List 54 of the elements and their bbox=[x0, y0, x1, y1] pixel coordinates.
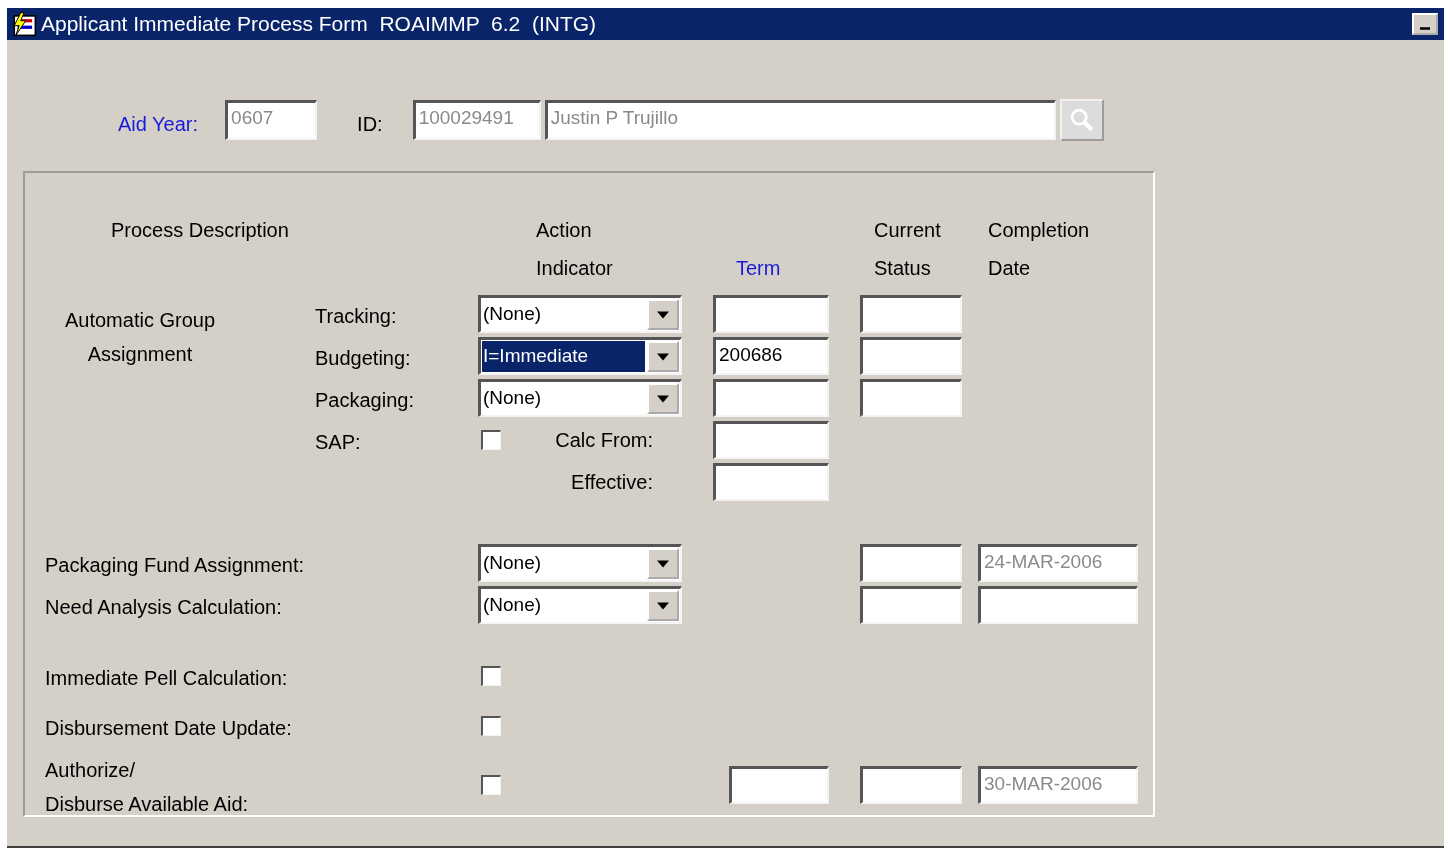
column-heading: Term bbox=[736, 256, 781, 280]
dropdown-caret-icon bbox=[657, 559, 669, 568]
checkbox[interactable] bbox=[481, 430, 501, 450]
column-heading: Date bbox=[988, 256, 1031, 280]
column-heading: Current bbox=[874, 218, 941, 242]
text-field[interactable] bbox=[860, 379, 962, 417]
field-label: Calc From: bbox=[555, 428, 653, 452]
text-field[interactable] bbox=[713, 421, 829, 459]
text-field[interactable] bbox=[860, 295, 962, 333]
column-heading: Action bbox=[536, 218, 592, 242]
field-label: Immediate Pell Calculation: bbox=[45, 666, 289, 691]
window-title: Applicant Immediate Process Form ROAIMMP 6.2 (INTG) bbox=[41, 12, 598, 36]
minimize-icon bbox=[1420, 27, 1430, 30]
text-field[interactable] bbox=[860, 544, 962, 582]
field-label: Effective: bbox=[571, 470, 653, 494]
text-field[interactable] bbox=[978, 586, 1138, 624]
column-heading: Indicator bbox=[536, 256, 613, 280]
text-field[interactable] bbox=[729, 766, 829, 804]
field-label: Packaging: bbox=[315, 388, 415, 412]
field-label: Aid Year: bbox=[118, 112, 199, 136]
field-label: Packaging Fund Assignment: bbox=[45, 553, 306, 578]
text-field[interactable] bbox=[860, 337, 962, 375]
field-label: ID: bbox=[357, 112, 383, 136]
text-field[interactable] bbox=[860, 586, 962, 624]
field-label: Disbursement Date Update: bbox=[45, 716, 293, 741]
field-label: SAP: bbox=[315, 430, 362, 454]
checkbox[interactable] bbox=[481, 716, 501, 736]
dropdown[interactable]: I=Immediate bbox=[478, 337, 682, 375]
dropdown-caret-icon bbox=[657, 394, 669, 403]
text-field[interactable] bbox=[713, 295, 829, 333]
dropdown-caret-icon bbox=[657, 601, 669, 610]
field-label: Authorize/ Disburse Available Aid: bbox=[45, 758, 250, 817]
text-field[interactable] bbox=[713, 379, 829, 417]
form-icon bbox=[11, 11, 37, 37]
text-field[interactable]: 200686 bbox=[713, 337, 829, 375]
minimize-button[interactable] bbox=[1412, 13, 1438, 35]
column-heading: Process Description bbox=[110, 218, 290, 242]
checkbox[interactable] bbox=[481, 666, 501, 686]
dropdown-caret-icon bbox=[657, 310, 669, 319]
checkbox[interactable] bbox=[481, 775, 501, 795]
dropdown[interactable]: (None) bbox=[478, 295, 682, 333]
search-button[interactable] bbox=[1059, 99, 1104, 141]
dropdown-caret-icon bbox=[657, 352, 669, 361]
field-label: Need Analysis Calculation: bbox=[45, 595, 283, 620]
dropdown[interactable]: (None) bbox=[478, 379, 682, 417]
dropdown[interactable]: (None) bbox=[478, 586, 682, 624]
text-field[interactable] bbox=[860, 766, 962, 804]
text-field[interactable] bbox=[713, 463, 829, 501]
field-label: Tracking: bbox=[315, 304, 398, 328]
column-heading: Completion bbox=[988, 218, 1090, 242]
field-label: Budgeting: bbox=[315, 346, 412, 370]
column-heading: Status bbox=[874, 256, 931, 280]
group-label: Automatic Group Assignment bbox=[63, 308, 217, 367]
dropdown[interactable]: (None) bbox=[478, 544, 682, 582]
